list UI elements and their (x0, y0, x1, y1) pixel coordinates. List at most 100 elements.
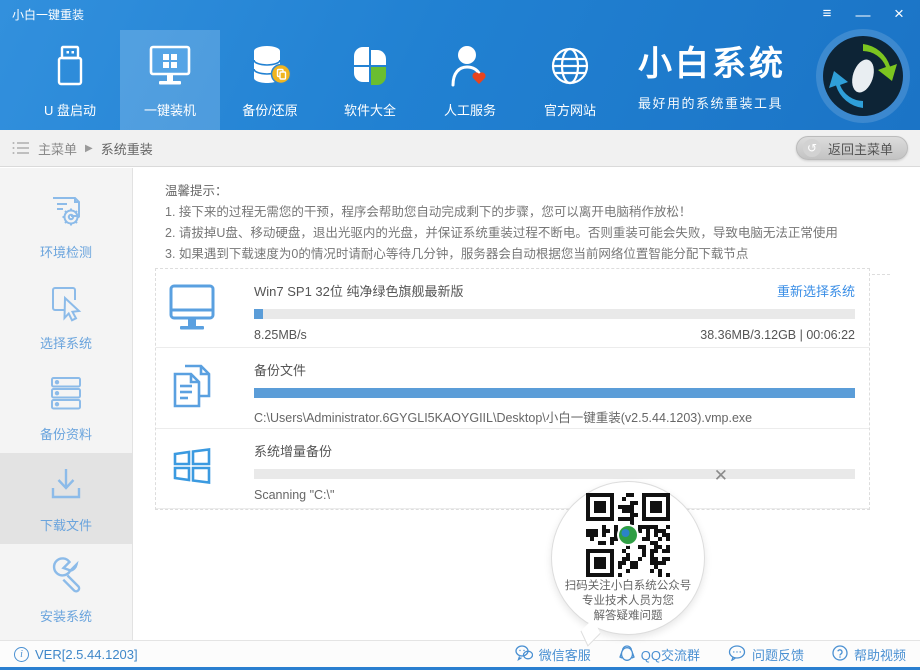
tip-line: 1. 接下来的过程无需您的干预，程序会帮助您自动完成剩下的步骤，您可以离开电脑稍… (165, 202, 890, 223)
sidebar-item-label: 下载文件 (40, 515, 92, 534)
tip-line: 2. 请拔掉U盘、移动硬盘，退出光驱内的光盘，并保证系统重装过程不断电。否则重装… (165, 223, 890, 244)
monitor-icon (146, 41, 194, 91)
menu-button[interactable]: ≡ (818, 5, 836, 23)
nav-item-label: U 盘启动 (44, 100, 96, 119)
download-progress-fill (254, 309, 263, 319)
qr-text-line: 扫码关注小白系统公众号 (552, 579, 704, 594)
nav-item-backup-restore[interactable]: 备份/还原 (220, 30, 320, 130)
minimize-button[interactable]: — (854, 7, 872, 25)
sidebar-item-download-file[interactable]: 下载文件 (0, 453, 132, 544)
feedback-bubble-icon (728, 645, 746, 664)
footer-link-help[interactable]: 帮助视频 (832, 644, 906, 664)
download-progress-bar (254, 309, 855, 319)
qq-icon (619, 644, 635, 664)
header: 小白一键重装 ≡ — × U 盘启动 (0, 0, 920, 130)
nav-item-usb-boot[interactable]: U 盘启动 (20, 30, 120, 130)
nav-item-label: 软件大全 (344, 100, 396, 119)
breadcrumb-bar: 主菜单 ▶ 系统重装 ↺ 返回主菜单 (0, 130, 920, 167)
env-check-icon (45, 190, 87, 235)
download-stats: 38.36MB/3.12GB | 00:06:22 (700, 328, 855, 342)
footer-link-qq[interactable]: QQ交流群 (619, 644, 700, 664)
footer-link-feedback[interactable]: 问题反馈 (728, 644, 804, 664)
app-logo-icon (812, 25, 914, 127)
version-block: i VER[2.5.44.1203] (14, 647, 138, 662)
main-content: 温馨提示： 1. 接下来的过程无需您的干预，程序会帮助您自动完成剩下的步骤，您可… (134, 168, 920, 640)
backup-data-icon (45, 372, 87, 417)
windows-logo-icon (167, 440, 217, 494)
system-backup-row: 系统增量备份 Scanning "C:\" (156, 429, 869, 509)
tips-title: 温馨提示： (165, 181, 890, 202)
globe-icon (547, 41, 593, 91)
close-button[interactable]: × (890, 5, 908, 23)
brand-name: 小白系统 (638, 36, 786, 85)
back-arrow-icon: ↺ (803, 139, 821, 157)
nav-item-official-website[interactable]: 官方网站 (520, 30, 620, 130)
nav-item-label: 官方网站 (544, 100, 596, 119)
usb-icon (50, 41, 90, 91)
footer-link-label: QQ交流群 (641, 645, 700, 664)
wechat-icon (515, 645, 533, 664)
system-backup-title: 系统增量备份 (254, 441, 332, 460)
backup-progress-bar (254, 388, 855, 398)
back-to-menu-button[interactable]: ↺ 返回主菜单 (796, 136, 908, 160)
person-heart-icon (448, 41, 492, 91)
nav-item-label: 一键装机 (144, 100, 196, 119)
sidebar-item-install-system[interactable]: 安装系统 (0, 544, 132, 635)
help-question-icon (832, 645, 848, 664)
qr-code (552, 493, 704, 577)
database-icon (247, 41, 293, 91)
footer-link-wechat[interactable]: 微信客服 (515, 644, 591, 664)
install-system-icon (45, 554, 87, 599)
backup-progress-fill (254, 388, 855, 398)
version-text: VER[2.5.44.1203] (35, 647, 138, 662)
sidebar-item-label: 选择系统 (40, 333, 92, 352)
backup-title: 备份文件 (254, 360, 306, 379)
list-icon (12, 141, 30, 155)
sidebar-item-label: 备份资料 (40, 424, 92, 443)
system-title: Win7 SP1 32位 纯净绿色旗舰最新版 (254, 281, 464, 300)
sidebar: 环境检测 选择系统 备份资料 (0, 168, 133, 640)
footer-link-label: 问题反馈 (752, 645, 804, 664)
sidebar-item-env-check[interactable]: 环境检测 (0, 180, 132, 271)
nav-item-one-click-install[interactable]: 一键装机 (120, 30, 220, 130)
back-button-label: 返回主菜单 (828, 139, 893, 158)
info-icon: i (14, 647, 29, 662)
qr-close-icon[interactable]: ✕ (714, 467, 728, 484)
reselect-system-link[interactable]: 重新选择系统 (777, 281, 855, 300)
footer-link-label: 微信客服 (539, 645, 591, 664)
monitor-outline-icon (167, 280, 217, 334)
progress-panel: Win7 SP1 32位 纯净绿色旗舰最新版 重新选择系统 8.25MB/s 3… (155, 268, 870, 510)
nav-item-software-center[interactable]: 软件大全 (320, 30, 420, 130)
tip-line: 3. 如果遇到下载速度为0的情况时请耐心等待几分钟，服务器会自动根据您当前网络位… (165, 244, 890, 265)
footer-link-label: 帮助视频 (854, 645, 906, 664)
window-title: 小白一键重装 (12, 6, 84, 23)
nav-item-label: 人工服务 (444, 100, 496, 119)
apps-clover-icon (348, 41, 392, 91)
sidebar-item-label: 安装系统 (40, 606, 92, 625)
sidebar-item-label: 环境检测 (40, 242, 92, 261)
backup-file-row: 备份文件 C:\Users\Administrator.6GYGLI5KAOYG… (156, 348, 869, 429)
app-window: 小白一键重装 ≡ — × U 盘启动 (0, 0, 920, 670)
nav-item-manual-service[interactable]: 人工服务 (420, 30, 520, 130)
footer: i VER[2.5.44.1203] 微信客服 (0, 640, 920, 670)
qr-text-line: 解答疑难问题 (552, 609, 704, 624)
nav-item-label: 备份/还原 (242, 100, 298, 119)
sidebar-item-backup-data[interactable]: 备份资料 (0, 362, 132, 453)
sidebar-item-select-system[interactable]: 选择系统 (0, 271, 132, 362)
top-nav: U 盘启动 一键装机 (20, 30, 620, 130)
breadcrumb-current: 系统重装 (101, 139, 153, 158)
qr-bubble: 扫码关注小白系统公众号 专业技术人员为您 解答疑难问题 (551, 481, 705, 635)
brand-block: 小白系统 最好用的系统重装工具 (638, 36, 786, 112)
documents-icon (167, 359, 217, 413)
brand-slogan: 最好用的系统重装工具 (638, 93, 786, 112)
tips-block: 温馨提示： 1. 接下来的过程无需您的干预，程序会帮助您自动完成剩下的步骤，您可… (165, 181, 890, 275)
breadcrumb-root[interactable]: 主菜单 (38, 139, 77, 158)
title-bar: 小白一键重装 ≡ — × (0, 0, 920, 28)
select-system-icon (45, 281, 87, 326)
backup-path: C:\Users\Administrator.6GYGLI5KAOYGIIL\D… (254, 407, 855, 426)
breadcrumb-separator-icon: ▶ (85, 143, 93, 154)
download-speed: 8.25MB/s (254, 328, 307, 342)
system-backup-progress-bar (254, 469, 855, 479)
download-row: Win7 SP1 32位 纯净绿色旗舰最新版 重新选择系统 8.25MB/s 3… (156, 269, 869, 348)
qr-text-line: 专业技术人员为您 (552, 594, 704, 609)
